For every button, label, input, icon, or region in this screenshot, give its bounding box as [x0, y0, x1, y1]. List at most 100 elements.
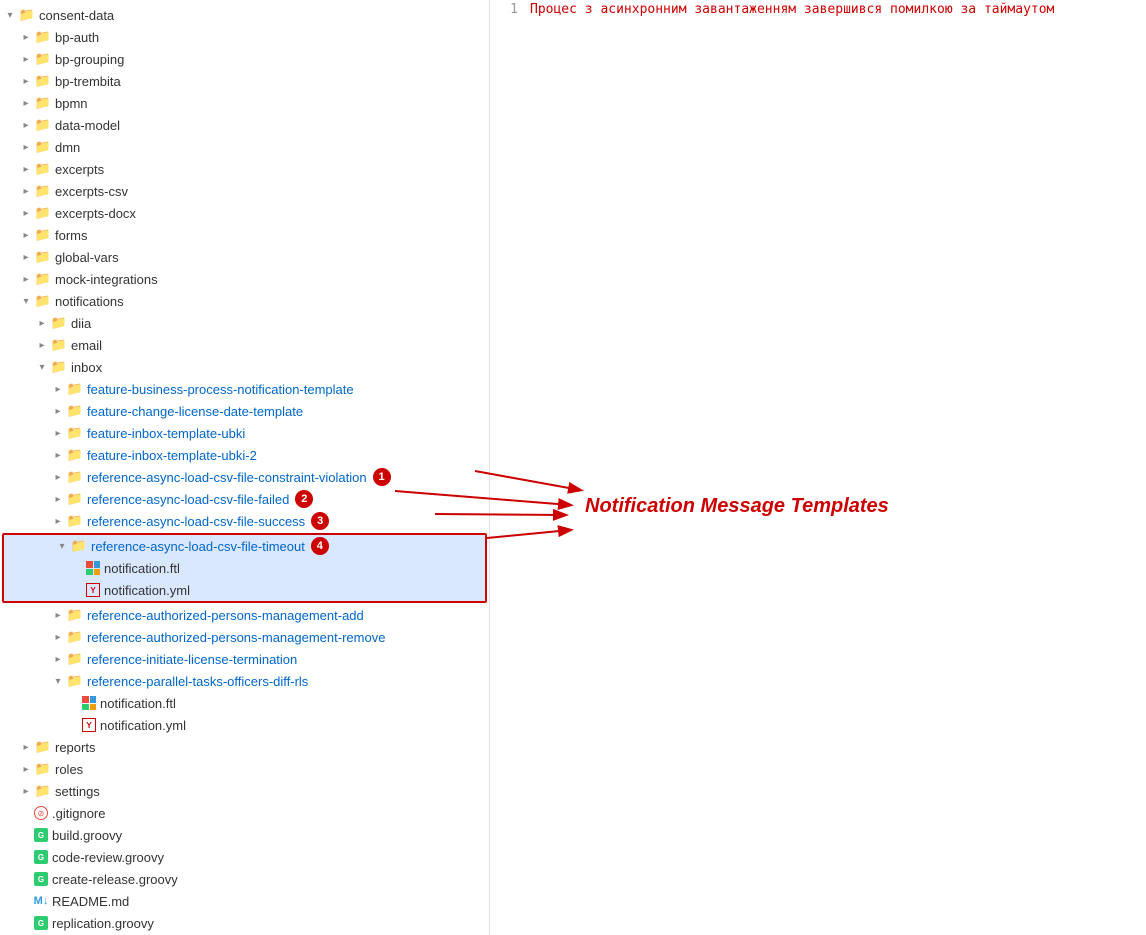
toggle-ref-auth-add[interactable]: ▸ [50, 610, 66, 621]
toggle-roles[interactable]: ▸ [18, 764, 34, 775]
tree-item-ref-initiate[interactable]: ▸ 📁 reference-initiate-license-terminati… [0, 648, 489, 670]
tree-item-ref-auth-add[interactable]: ▸ 📁 reference-authorized-persons-managem… [0, 604, 489, 626]
toggle-ref-parallel[interactable]: ▾ [50, 676, 66, 687]
folder-icon-dmn: 📁 [34, 139, 52, 155]
editor-panel: 1 Процес з асинхронним завантаженням зав… [490, 0, 1146, 935]
toggle-global-vars[interactable]: ▸ [18, 252, 34, 263]
toggle-excerpts-csv[interactable]: ▸ [18, 186, 34, 197]
folder-icon-consent-data: 📁 [18, 7, 36, 23]
tree-item-reports[interactable]: ▸ 📁 reports [0, 736, 489, 758]
toggle-feature-inbox-ubki-2[interactable]: ▸ [50, 450, 66, 461]
spacer-create-release [18, 874, 34, 885]
tree-item-global-vars[interactable]: ▸ 📁 global-vars [0, 246, 489, 268]
toggle-reports[interactable]: ▸ [18, 742, 34, 753]
toggle-feature-inbox-ubki[interactable]: ▸ [50, 428, 66, 439]
toggle-bpmn[interactable]: ▸ [18, 98, 34, 109]
toggle-diia[interactable]: ▸ [34, 318, 50, 329]
label-inbox: inbox [71, 360, 102, 375]
tree-item-readme[interactable]: M↓ README.md [0, 890, 489, 912]
label-code-review-groovy: code-review.groovy [52, 850, 164, 865]
toggle-consent-data[interactable]: ▾ [2, 10, 18, 21]
folder-icon-ref-success: 📁 [66, 513, 84, 529]
tree-item-excerpts-csv[interactable]: ▸ 📁 excerpts-csv [0, 180, 489, 202]
spacer-yml [70, 585, 86, 596]
tree-item-ref-parallel[interactable]: ▾ 📁 reference-parallel-tasks-officers-di… [0, 670, 489, 692]
label-ref-initiate: reference-initiate-license-termination [87, 652, 297, 667]
tree-item-inbox[interactable]: ▾ 📁 inbox [0, 356, 489, 378]
toggle-ref-failed[interactable]: ▸ [50, 494, 66, 505]
toggle-settings[interactable]: ▸ [18, 786, 34, 797]
tree-item-ref-constraint[interactable]: ▸ 📁 reference-async-load-csv-file-constr… [0, 466, 489, 488]
yml-file-icon: Y [86, 583, 100, 597]
label-excerpts-docx: excerpts-docx [55, 206, 136, 221]
tree-item-build-groovy[interactable]: G build.groovy [0, 824, 489, 846]
folder-icon-diia: 📁 [50, 315, 68, 331]
tree-item-settings[interactable]: ▸ 📁 settings [0, 780, 489, 802]
toggle-bp-auth[interactable]: ▸ [18, 32, 34, 43]
tree-item-bp-grouping[interactable]: ▸ 📁 bp-grouping [0, 48, 489, 70]
tree-item-gitignore[interactable]: ⊘ .gitignore [0, 802, 489, 824]
tree-item-notification-ftl-2[interactable]: notification.ftl [0, 692, 489, 714]
label-ref-auth-remove: reference-authorized-persons-management-… [87, 630, 385, 645]
tree-item-ref-failed[interactable]: ▸ 📁 reference-async-load-csv-file-failed… [0, 488, 489, 510]
tree-item-notification-yml-2[interactable]: Y notification.yml [0, 714, 489, 736]
folder-icon-feature-inbox-ubki: 📁 [66, 425, 84, 441]
tree-item-excerpts-docx[interactable]: ▸ 📁 excerpts-docx [0, 202, 489, 224]
tree-item-feature-change-license[interactable]: ▸ 📁 feature-change-license-date-template [0, 400, 489, 422]
tree-item-ref-timeout[interactable]: ▾ 📁 reference-async-load-csv-file-timeou… [4, 535, 485, 557]
label-roles: roles [55, 762, 83, 777]
toggle-notifications[interactable]: ▾ [18, 296, 34, 307]
toggle-mock-integrations[interactable]: ▸ [18, 274, 34, 285]
tree-item-email[interactable]: ▸ 📁 email [0, 334, 489, 356]
label-ref-timeout: reference-async-load-csv-file-timeout [91, 539, 305, 554]
folder-icon-settings: 📁 [34, 783, 52, 799]
tree-item-consent-data[interactable]: ▾ 📁 consent-data [0, 4, 489, 26]
tree-item-mock-integrations[interactable]: ▸ 📁 mock-integrations [0, 268, 489, 290]
toggle-ref-constraint[interactable]: ▸ [50, 472, 66, 483]
toggle-bp-grouping[interactable]: ▸ [18, 54, 34, 65]
tree-item-ref-success[interactable]: ▸ 📁 reference-async-load-csv-file-succes… [0, 510, 489, 532]
tree-item-replication-groovy[interactable]: G replication.groovy [0, 912, 489, 934]
groovy-icon-code-review: G [34, 850, 48, 864]
toggle-forms[interactable]: ▸ [18, 230, 34, 241]
toggle-ref-timeout[interactable]: ▾ [54, 541, 70, 552]
tree-item-notification-yml[interactable]: Y notification.yml [4, 579, 485, 601]
toggle-data-model[interactable]: ▸ [18, 120, 34, 131]
toggle-inbox[interactable]: ▾ [34, 362, 50, 373]
tree-item-feature-business[interactable]: ▸ 📁 feature-business-process-notificatio… [0, 378, 489, 400]
tree-item-diia[interactable]: ▸ 📁 diia [0, 312, 489, 334]
toggle-feature-business[interactable]: ▸ [50, 384, 66, 395]
line-number-1: 1 [490, 2, 530, 17]
toggle-bp-trembita[interactable]: ▸ [18, 76, 34, 87]
file-tree-panel[interactable]: ▾ 📁 consent-data ▸ 📁 bp-auth ▸ 📁 bp-grou… [0, 0, 490, 935]
tree-item-bp-auth[interactable]: ▸ 📁 bp-auth [0, 26, 489, 48]
folder-icon-forms: 📁 [34, 227, 52, 243]
tree-item-notifications[interactable]: ▾ 📁 notifications [0, 290, 489, 312]
tree-item-roles[interactable]: ▸ 📁 roles [0, 758, 489, 780]
tree-item-excerpts[interactable]: ▸ 📁 excerpts [0, 158, 489, 180]
tree-item-dmn[interactable]: ▸ 📁 dmn [0, 136, 489, 158]
folder-icon-bp-trembita: 📁 [34, 73, 52, 89]
toggle-excerpts-docx[interactable]: ▸ [18, 208, 34, 219]
toggle-ref-success[interactable]: ▸ [50, 516, 66, 527]
tree-item-code-review-groovy[interactable]: G code-review.groovy [0, 846, 489, 868]
toggle-email[interactable]: ▸ [34, 340, 50, 351]
toggle-ref-auth-remove[interactable]: ▸ [50, 632, 66, 643]
label-feature-business: feature-business-process-notification-te… [87, 382, 354, 397]
toggle-excerpts[interactable]: ▸ [18, 164, 34, 175]
tree-item-bp-trembita[interactable]: ▸ 📁 bp-trembita [0, 70, 489, 92]
toggle-ref-initiate[interactable]: ▸ [50, 654, 66, 665]
groovy-icon-create-release: G [34, 872, 48, 886]
tree-item-forms[interactable]: ▸ 📁 forms [0, 224, 489, 246]
tree-item-feature-inbox-ubki[interactable]: ▸ 📁 feature-inbox-template-ubki [0, 422, 489, 444]
tree-item-feature-inbox-ubki-2[interactable]: ▸ 📁 feature-inbox-template-ubki-2 [0, 444, 489, 466]
tree-item-data-model[interactable]: ▸ 📁 data-model [0, 114, 489, 136]
tree-item-notification-ftl[interactable]: notification.ftl [4, 557, 485, 579]
label-mock-integrations: mock-integrations [55, 272, 158, 287]
toggle-feature-change-license[interactable]: ▸ [50, 406, 66, 417]
folder-icon-roles: 📁 [34, 761, 52, 777]
tree-item-create-release-groovy[interactable]: G create-release.groovy [0, 868, 489, 890]
tree-item-bpmn[interactable]: ▸ 📁 bpmn [0, 92, 489, 114]
toggle-dmn[interactable]: ▸ [18, 142, 34, 153]
tree-item-ref-auth-remove[interactable]: ▸ 📁 reference-authorized-persons-managem… [0, 626, 489, 648]
